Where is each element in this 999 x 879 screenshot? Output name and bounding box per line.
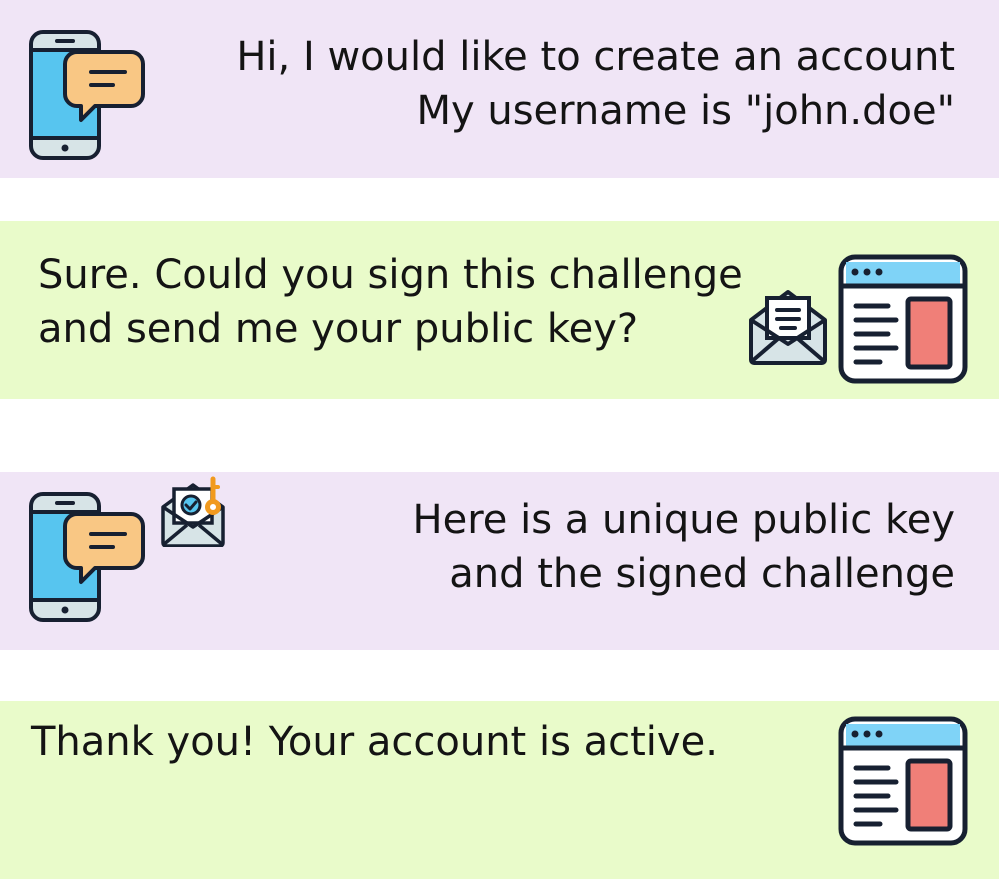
message-text: Here is a unique public key and the sign… <box>413 493 955 601</box>
message-text: Sure. Could you sign this challenge and … <box>38 248 743 356</box>
envelope-key-check-icon <box>160 475 228 547</box>
message-line: Here is a unique public key <box>412 497 955 543</box>
open-envelope-letter-icon <box>747 286 829 366</box>
message-line: My username is "john.doe" <box>416 88 955 134</box>
message-line: and send me your public key? <box>38 306 639 352</box>
browser-window-icon <box>838 716 968 846</box>
message-line: Hi, I would like to create an account <box>236 34 955 80</box>
message-text: Thank you! Your account is active. <box>31 715 718 769</box>
message-line: Sure. Could you sign this challenge <box>38 252 743 298</box>
message-panel-user-request: Hi, I would like to create an account My… <box>0 0 999 178</box>
message-panel-user-response: Here is a unique public key and the sign… <box>0 472 999 650</box>
message-line: and the signed challenge <box>449 551 955 597</box>
browser-window-icon <box>838 254 968 384</box>
phone-chat-icon <box>29 492 147 624</box>
message-panel-server-confirmation: Thank you! Your account is active. <box>0 701 999 879</box>
message-line: Thank you! Your account is active. <box>31 719 718 765</box>
message-text: Hi, I would like to create an account My… <box>236 30 955 138</box>
phone-chat-icon <box>29 30 147 162</box>
message-panel-server-challenge: Sure. Could you sign this challenge and … <box>0 221 999 399</box>
